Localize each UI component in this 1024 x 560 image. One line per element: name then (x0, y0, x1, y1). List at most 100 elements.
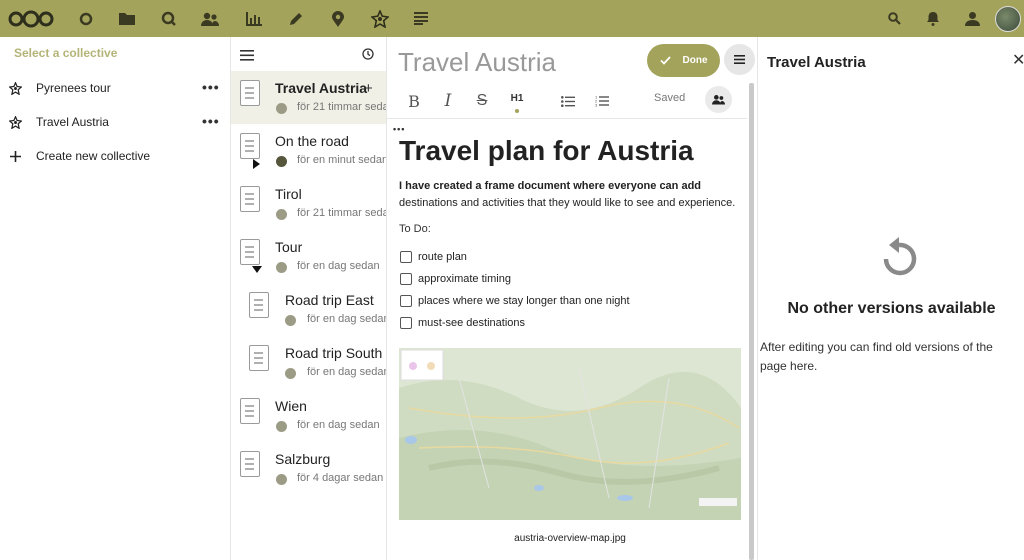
editor-scrollbar[interactable] (749, 83, 754, 560)
page-actions-menu-button[interactable] (724, 44, 755, 75)
checkbox[interactable] (400, 273, 412, 285)
page-timestamp: för en dag sedan (297, 419, 380, 431)
avatar (276, 103, 287, 114)
sort-by-time-icon[interactable] (362, 47, 374, 65)
checklist-item: route plan (400, 251, 467, 263)
checkbox[interactable] (400, 317, 412, 329)
activity-icon[interactable] (148, 0, 188, 37)
avatar (276, 262, 287, 273)
page-item-travel-austria[interactable]: Travel Austria + för 21 timmar sedan (231, 71, 387, 124)
active-indicator (515, 109, 519, 113)
drag-handle-icon[interactable]: ••• (393, 124, 405, 134)
avatar (285, 368, 296, 379)
numbered-list-icon: 123 (595, 95, 609, 107)
collective-icon (7, 115, 23, 129)
bullet-list-button[interactable] (558, 83, 578, 119)
bold-button[interactable]: B (404, 83, 424, 119)
nav-item-travel-austria[interactable]: Travel Austria ••• (0, 105, 231, 139)
page-item-on-the-road[interactable]: On the road för en minut sedan (231, 124, 386, 177)
checklist-item: approximate timing (400, 273, 511, 285)
page-title: Tour (275, 239, 303, 255)
bold-icon: B (408, 91, 420, 111)
nav-item-pyrenees-tour[interactable]: Pyrenees tour ••• (0, 71, 231, 105)
checkbox[interactable] (400, 251, 412, 263)
menu-icon (734, 55, 745, 64)
numbered-list-button[interactable]: 123 (592, 83, 612, 119)
expand-caret-icon[interactable] (253, 159, 260, 169)
page-item-tour[interactable]: Tour för en dag sedan (231, 230, 386, 283)
page-timestamp: för en dag sedan (297, 260, 380, 272)
no-versions-title: No other versions available (787, 300, 996, 317)
avatar (276, 156, 287, 167)
active-users-button[interactable] (705, 86, 732, 113)
page-timestamp: för 4 dagar sedan (297, 472, 384, 484)
notifications-icon[interactable] (913, 0, 953, 37)
plus-icon (7, 150, 23, 162)
done-button[interactable]: Done (647, 44, 720, 77)
collapse-caret-icon[interactable] (252, 266, 262, 273)
document-heading: Travel plan for Austria (399, 135, 694, 166)
restore-history-icon (881, 237, 917, 284)
page-item-road-trip-south[interactable]: Road trip South för en dag sedan (231, 336, 386, 389)
page-icon (249, 292, 269, 318)
dashboard-icon[interactable] (66, 0, 106, 37)
heading-button[interactable]: H1 (506, 83, 528, 119)
page-icon (249, 345, 269, 371)
add-subpage-icon[interactable]: + (364, 80, 373, 97)
intro-bold-text: I have created a frame document where ev… (399, 180, 702, 192)
nextcloud-logo-icon[interactable] (6, 0, 56, 37)
bullet-list-icon (561, 95, 575, 107)
page-title: Salzburg (275, 451, 331, 467)
create-collective-button[interactable]: Create new collective (0, 139, 231, 173)
checklist-item-label: places where we stay longer than one nig… (418, 295, 630, 307)
collective-actions-button[interactable]: ••• (202, 113, 220, 129)
contacts-menu-icon[interactable] (952, 0, 992, 37)
user-avatar[interactable] (992, 0, 1024, 37)
files-icon[interactable] (107, 0, 147, 37)
top-bar (0, 0, 1024, 37)
no-versions-hint: After editing you can find old versions … (760, 340, 993, 373)
todo-label: To Do: (399, 223, 431, 235)
notes-icon[interactable] (401, 0, 441, 37)
page-title-input[interactable]: Travel Austria (398, 47, 556, 78)
page-title: Tirol (275, 186, 302, 202)
italic-button[interactable]: I (438, 83, 458, 119)
page-list: Travel Austria + för 21 timmar sedan On … (231, 37, 387, 560)
page-item-tirol[interactable]: Tirol för 21 timmar sedan (231, 177, 386, 230)
page-timestamp: för 21 timmar sedan (297, 101, 387, 113)
page-list-header (231, 37, 386, 71)
checklist-item-label: must-see destinations (418, 317, 525, 329)
checkbox[interactable] (400, 295, 412, 307)
strikethrough-button[interactable]: S (472, 83, 492, 119)
contacts-icon[interactable] (190, 0, 230, 37)
nav-item-label: Pyrenees tour (36, 81, 111, 95)
check-icon (659, 56, 671, 65)
page-title: Road trip South (285, 345, 383, 361)
nav-item-label: Create new collective (36, 149, 151, 163)
hamburger-menu-icon[interactable] (240, 48, 254, 66)
collectives-icon[interactable] (360, 0, 400, 37)
collectives-navigation: Select a collective Pyrenees tour ••• Tr… (0, 37, 231, 560)
maps-icon[interactable] (318, 0, 358, 37)
formatting-toolbar: B I S H1 123 Saved (387, 83, 747, 119)
page-title: Wien (275, 398, 307, 414)
image-caption: austria-overview-map.jpg (514, 533, 626, 544)
edit-icon[interactable] (276, 0, 316, 37)
close-icon[interactable]: ✕ (1012, 50, 1024, 70)
dashboard-chart-icon[interactable] (234, 0, 274, 37)
intro-text: destinations and activities that they wo… (399, 197, 736, 209)
select-collective-header[interactable]: Select a collective (14, 46, 117, 60)
page-item-salzburg[interactable]: Salzburg för 4 dagar sedan (231, 442, 386, 495)
document-content[interactable]: ••• Travel plan for Austria I have creat… (387, 120, 747, 560)
austria-map-image[interactable] (399, 348, 741, 520)
page-icon (240, 451, 260, 477)
collective-actions-button[interactable]: ••• (202, 79, 220, 95)
page-item-wien[interactable]: Wien för en dag sedan (231, 389, 386, 442)
save-status: Saved (654, 92, 686, 104)
versions-sidebar: Travel Austria ✕ No other versions avail… (757, 37, 1024, 560)
search-icon[interactable] (874, 0, 914, 37)
nav-item-label: Travel Austria (36, 115, 109, 129)
avatar (276, 474, 287, 485)
page-item-road-trip-east[interactable]: Road trip East för en dag sedan (231, 283, 386, 336)
page-with-subpages-icon (240, 239, 260, 265)
